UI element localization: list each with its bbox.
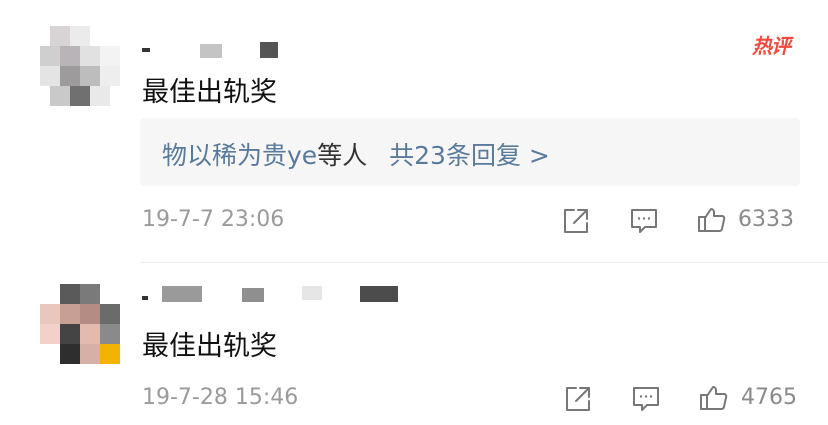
comment-icon[interactable] — [629, 206, 659, 236]
comment-item: 最佳出轨奖 19-7-28 15:46 4765 — [0, 262, 828, 425]
comment-text: 最佳出轨奖 — [142, 331, 277, 362]
reply-count-link[interactable]: 共23条回复 > — [389, 141, 550, 170]
comment-time: 19-7-7 23:06 — [142, 207, 285, 232]
share-icon[interactable] — [561, 206, 591, 236]
share-icon[interactable] — [563, 384, 593, 414]
comment-item: 热评 最佳出轨奖 物以稀为贵ye等人 共23条回复 > 19-7-7 23:06… — [0, 0, 828, 262]
comment-text: 最佳出轨奖 — [142, 77, 277, 108]
comment-icon[interactable] — [631, 384, 661, 414]
avatar[interactable] — [40, 26, 120, 106]
avatar[interactable] — [40, 284, 120, 364]
like-count: 4765 — [741, 385, 797, 410]
reply-suffix: 等人 — [317, 141, 368, 170]
like-icon[interactable] — [698, 382, 728, 412]
like-count: 6333 — [738, 207, 794, 232]
reply-summary[interactable]: 物以稀为贵ye等人 共23条回复 > — [140, 118, 800, 186]
like-icon[interactable] — [696, 204, 726, 234]
reply-user-names[interactable]: 物以稀为贵ye — [162, 141, 317, 170]
hot-comment-badge: 热评 — [752, 34, 791, 58]
comment-time: 19-7-28 15:46 — [142, 385, 299, 410]
